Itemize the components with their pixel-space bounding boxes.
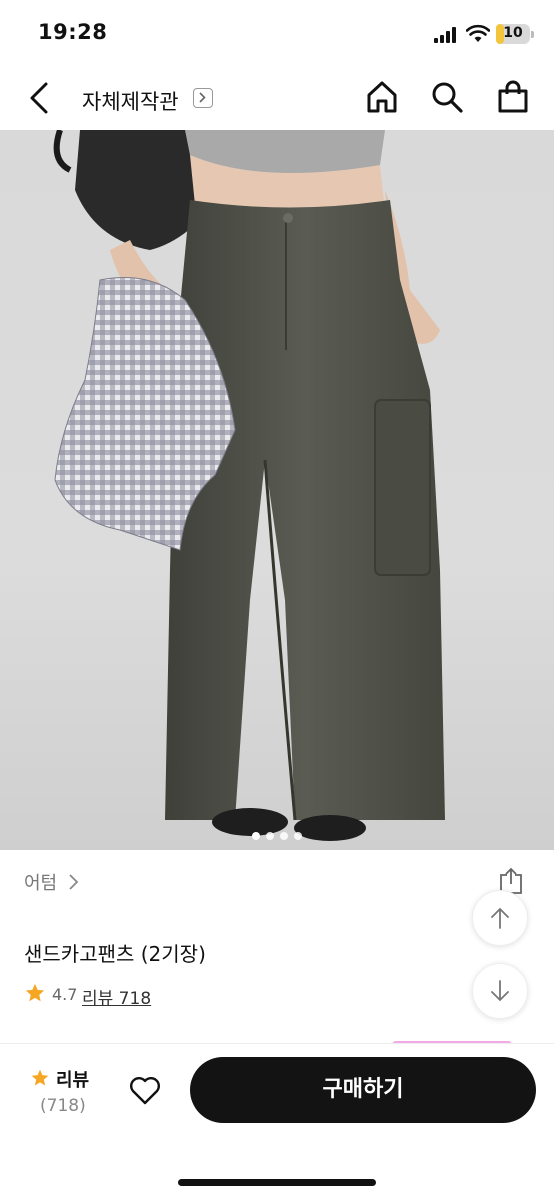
status-bar: 19:28 10 <box>0 0 554 66</box>
search-icon[interactable] <box>430 80 464 114</box>
chevron-right-icon[interactable] <box>68 873 80 891</box>
arrow-up-icon <box>491 907 509 929</box>
review-tab-label[interactable]: 리뷰 <box>56 1066 89 1092</box>
product-image[interactable] <box>0 130 554 850</box>
rating-score: 4.7 <box>52 985 78 1004</box>
status-time: 19:28 <box>38 20 108 44</box>
heart-icon[interactable] <box>128 1074 162 1106</box>
battery-percent: 10 <box>503 25 523 41</box>
star-icon <box>25 983 45 1002</box>
wifi-icon <box>466 24 490 42</box>
review-link[interactable]: 리뷰 718 <box>82 984 151 1009</box>
arrow-down-icon <box>491 980 509 1002</box>
nav-title[interactable]: 자체제작관 <box>82 86 179 116</box>
star-icon <box>31 1069 49 1086</box>
battery-icon: 10 <box>496 24 534 44</box>
product-photo-illustration <box>53 130 445 841</box>
chevron-right-icon[interactable] <box>193 88 213 108</box>
product-title: 샌드카고팬츠 (2기장) <box>24 942 206 966</box>
brand-link[interactable]: 어텀 <box>24 869 57 895</box>
carousel-dot[interactable] <box>266 832 274 840</box>
scroll-top-button[interactable] <box>472 890 528 946</box>
review-count[interactable]: (718) <box>40 1096 86 1116</box>
carousel-dot[interactable] <box>252 832 260 840</box>
carousel-indicator <box>0 825 554 844</box>
buy-button[interactable]: 구매하기 <box>190 1057 536 1123</box>
carousel-dot[interactable] <box>294 832 302 840</box>
shopping-bag-icon[interactable] <box>496 80 530 114</box>
carousel-dot[interactable] <box>280 832 288 840</box>
home-icon[interactable] <box>365 80 399 114</box>
back-icon[interactable] <box>24 80 56 116</box>
home-indicator <box>178 1179 376 1186</box>
scroll-bottom-button[interactable] <box>472 963 528 1019</box>
cellular-signal-icon <box>434 27 460 43</box>
top-nav: 자체제작관 <box>0 66 554 130</box>
